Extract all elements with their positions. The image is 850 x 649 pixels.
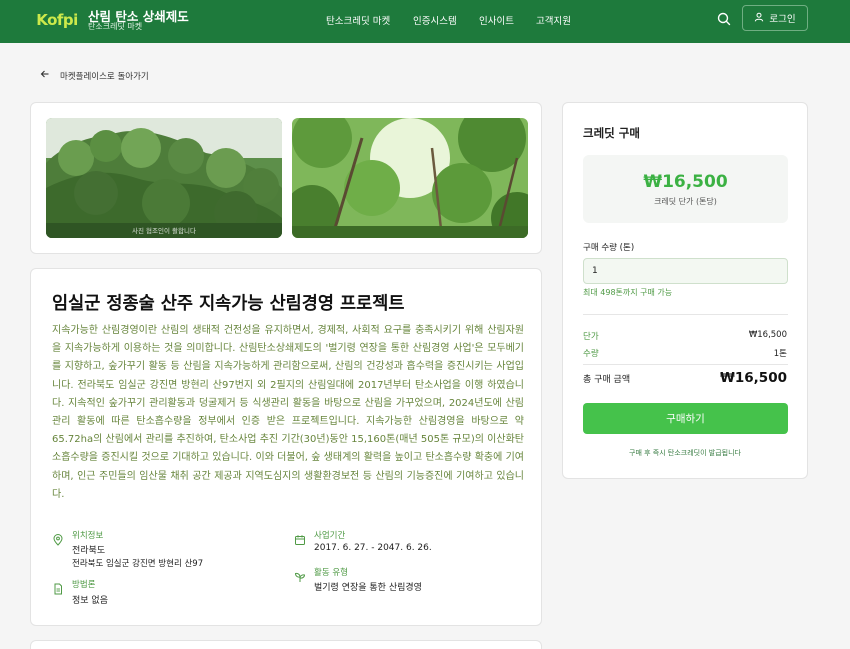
quantity-label: 구매 수량 (톤) (583, 243, 635, 253)
nav-support[interactable]: 고객지원 (536, 13, 571, 27)
nav-carbon-market[interactable]: 탄소크레딧 마켓 (326, 13, 390, 27)
divider (583, 364, 788, 365)
nav-insight[interactable]: 인사이트 (479, 13, 514, 27)
brand-subtitle: 탄소크레딧 마켓 (88, 22, 143, 31)
login-label: 로그인 (769, 14, 796, 25)
project-title: 임실군 정종술 산주 지속가능 산림경영 프로젝트 (52, 294, 405, 314)
next-section-card (30, 640, 542, 649)
photo-gallery-card: 사진 협조인이 촬합니다 (30, 102, 542, 254)
document-icon (52, 580, 64, 595)
unit-price-label: 단가 (583, 332, 599, 342)
search-icon[interactable] (716, 11, 732, 27)
arrow-left-icon (40, 69, 50, 82)
quantity-row-label: 수량 (583, 349, 599, 359)
nav-certification[interactable]: 인증시스템 (413, 13, 457, 27)
total-label: 총 구매 금액 (583, 375, 631, 385)
price-unit-label: 크레딧 단가 (톤당) (654, 197, 717, 206)
location-label: 위치정보 (72, 531, 104, 541)
calendar-icon (294, 531, 306, 545)
quantity-input[interactable] (583, 258, 788, 284)
buy-button[interactable]: 구매하기 (583, 403, 788, 434)
location-region: 전라북도 (72, 546, 106, 556)
project-detail-card: 임실군 정종술 산주 지속가능 산림경영 프로젝트 지속가능한 산림경영이란 산… (30, 268, 542, 626)
forest-photo-2[interactable] (292, 118, 528, 238)
quantity-hint: 최대 498톤까지 구매 가능 (583, 288, 673, 297)
map-pin-icon (52, 531, 64, 546)
period-value: 2017. 6. 27. - 2047. 6. 26. (314, 543, 432, 553)
activity-label: 활동 유형 (314, 568, 348, 578)
forest-photo-1[interactable]: 사진 협조인이 촬합니다 (46, 118, 282, 238)
methodology-value: 정보 없음 (72, 596, 108, 606)
period-label: 사업기간 (314, 531, 346, 541)
divider (583, 314, 788, 315)
purchase-note: 구매 후 즉시 탄소크레딧이 발급됩니다 (629, 449, 741, 457)
top-navigation-bar: Kofpi 산림 탄소 상쇄제도 탄소크레딧 마켓 탄소크레딧 마켓 인증시스템… (0, 0, 850, 43)
back-to-marketplace-link[interactable]: 마켓플레이스로 돌아가기 (40, 69, 149, 82)
quantity-row-value: 1톤 (773, 349, 787, 359)
total-value: ₩16,500 (720, 370, 787, 386)
activity-value: 벌기령 연장을 통한 산림경영 (314, 583, 422, 593)
user-icon (754, 12, 764, 25)
project-description: 지속가능한 산림경영이란 산림의 생태적 건전성을 유지하면서, 경제적, 사회… (52, 325, 524, 500)
price-value: ₩16,500 (643, 172, 728, 192)
location-detail: 전라북도 임실군 강진면 방현리 산97 (72, 559, 204, 569)
logo-text: Kofpi (36, 11, 78, 29)
sprout-icon (294, 568, 306, 582)
login-button[interactable]: 로그인 (742, 5, 808, 31)
price-box: ₩16,500 크레딧 단가 (톤당) (583, 155, 788, 223)
unit-price-value: ₩16,500 (748, 330, 787, 340)
purchase-card: 크레딧 구매 ₩16,500 크레딧 단가 (톤당) 구매 수량 (톤) 최대 … (562, 102, 808, 479)
kofpi-logo[interactable]: Kofpi (35, 9, 79, 31)
purchase-title: 크레딧 구매 (583, 126, 640, 140)
methodology-label: 방법론 (72, 580, 96, 590)
back-label: 마켓플레이스로 돌아가기 (60, 71, 149, 82)
photo-caption: 사진 협조인이 촬합니다 (132, 227, 196, 235)
